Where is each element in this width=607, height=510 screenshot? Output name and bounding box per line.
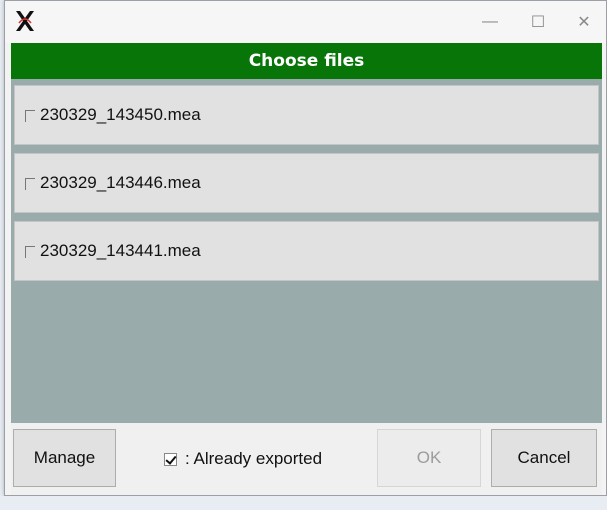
dialog-title: Choose files <box>248 51 365 71</box>
already-exported-label: : Already exported <box>185 449 323 468</box>
manage-button[interactable]: Manage <box>13 429 116 487</box>
file-checkbox[interactable] <box>25 178 35 190</box>
x-app-icon <box>16 11 34 31</box>
title-bar[interactable]: — ☐ ✕ <box>5 1 606 43</box>
file-name: 230329_143446.mea <box>40 173 201 192</box>
choose-files-dialog: — ☐ ✕ Choose files 230329_143450.mea 230… <box>4 0 607 496</box>
file-checkbox[interactable] <box>25 246 35 258</box>
dialog-header: Choose files <box>11 43 602 79</box>
file-checkbox[interactable] <box>25 110 35 122</box>
close-button[interactable]: ✕ <box>561 7 607 37</box>
file-item[interactable]: 230329_143441.mea <box>14 221 599 281</box>
maximize-button[interactable]: ☐ <box>515 7 561 37</box>
dialog-footer: Manage : Already exported OK Cancel <box>11 423 602 495</box>
checkmark-icon <box>164 452 177 466</box>
ok-button[interactable]: OK <box>377 429 481 487</box>
file-item[interactable]: 230329_143446.mea <box>14 153 599 213</box>
file-name: 230329_143441.mea <box>40 241 201 260</box>
file-item[interactable]: 230329_143450.mea <box>14 85 599 145</box>
file-list: 230329_143450.mea 230329_143446.mea 2303… <box>11 79 602 423</box>
already-exported-legend: : Already exported <box>164 449 322 469</box>
file-name: 230329_143450.mea <box>40 105 201 124</box>
cancel-button[interactable]: Cancel <box>491 429 597 487</box>
background-window <box>0 496 607 510</box>
minimize-button[interactable]: — <box>467 7 513 37</box>
